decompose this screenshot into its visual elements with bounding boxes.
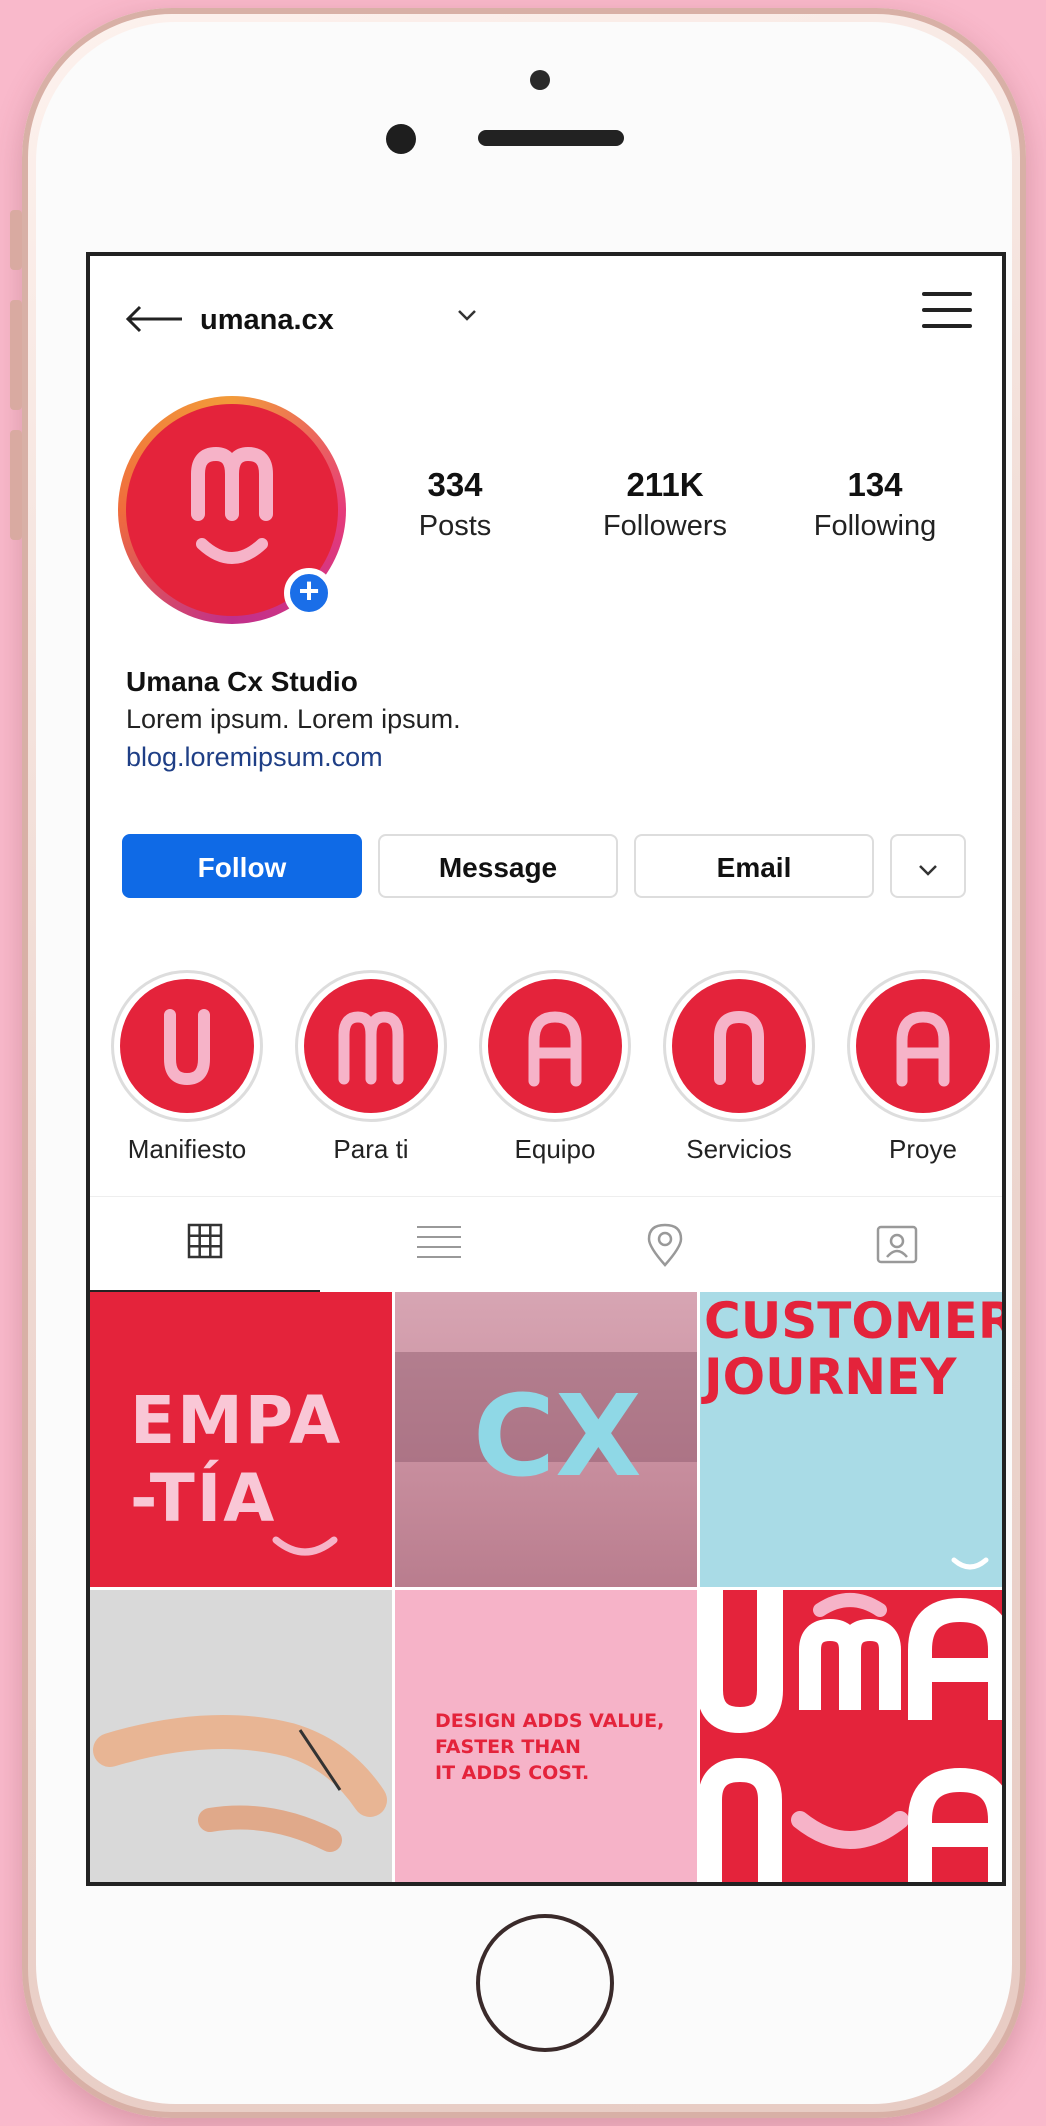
highlight-cover <box>488 979 622 1113</box>
letter-a-icon <box>896 1011 950 1087</box>
hamburger-menu-icon[interactable] <box>922 290 972 330</box>
tab-list[interactable] <box>320 1197 550 1293</box>
location-pin-icon <box>647 1223 683 1267</box>
letter-u-icon <box>164 1009 210 1086</box>
highlight-proyectos[interactable]: Proye <box>838 970 1002 1165</box>
chevron-down-icon[interactable] <box>456 308 478 322</box>
top-bar: umana.cx <box>90 256 1002 366</box>
speaker-grille <box>478 130 624 146</box>
post-title: CX <box>473 1372 642 1502</box>
suggested-accounts-button[interactable] <box>890 834 966 898</box>
post-quote-line: FASTER THAN <box>435 1736 581 1758</box>
phone-side-button <box>10 210 22 270</box>
highlight-cover <box>672 979 806 1113</box>
highlight-ring <box>295 970 447 1122</box>
letter-a-icon <box>528 1011 582 1087</box>
email-button[interactable]: Email <box>634 834 874 898</box>
letter-m-icon <box>338 1011 404 1085</box>
smile-icon <box>951 1557 989 1570</box>
highlight-cover <box>304 979 438 1113</box>
home-button[interactable] <box>476 1914 614 2052</box>
post-title-line: EMPA <box>130 1382 343 1459</box>
post-thumbnail[interactable]: CUSTOMER JOURNEY <box>700 1292 1002 1587</box>
profile-tabs <box>90 1196 1002 1293</box>
profile-website-link[interactable]: blog.loremipsum.com <box>126 742 383 773</box>
highlight-label: Servicios <box>686 1134 792 1164</box>
post-thumbnail[interactable]: DESIGN ADDS VALUE, FASTER THAN IT ADDS C… <box>395 1590 697 1882</box>
profile-display-name: Umana Cx Studio <box>126 666 358 697</box>
grid-icon <box>187 1223 223 1259</box>
stat-posts[interactable]: 334 Posts <box>370 466 540 543</box>
stat-followers[interactable]: 211K Followers <box>580 466 750 543</box>
post-thumbnail[interactable] <box>90 1590 392 1882</box>
stat-following[interactable]: 134 Following <box>790 466 960 543</box>
highlight-cover <box>120 979 254 1113</box>
profile-bio-text: Lorem ipsum. Lorem ipsum. <box>126 704 461 734</box>
highlight-label: Proye <box>889 1134 957 1164</box>
highlight-ring <box>663 970 815 1122</box>
following-count: 134 <box>847 466 903 503</box>
post-thumbnail[interactable]: CX <box>395 1292 697 1587</box>
highlight-manifiesto[interactable]: Manifiesto <box>102 970 272 1165</box>
highlight-equipo[interactable]: Equipo <box>470 970 640 1165</box>
post-quote-line: IT ADDS COST. <box>435 1762 590 1784</box>
highlight-servicios[interactable]: Servicios <box>654 970 824 1165</box>
highlight-label: Manifiesto <box>127 1134 247 1164</box>
message-button[interactable]: Message <box>378 834 618 898</box>
followers-label: Followers <box>602 510 728 542</box>
phone-side-button <box>10 300 22 410</box>
tab-grid[interactable] <box>90 1197 320 1293</box>
tab-tagged[interactable] <box>780 1197 1002 1293</box>
umana-pattern-logo <box>700 1590 1002 1882</box>
tattooed-arm-illustration <box>93 1715 387 1852</box>
phone-sensor <box>530 70 550 90</box>
follow-button[interactable]: Follow <box>122 834 362 898</box>
profile-username[interactable]: umana.cx <box>200 304 334 337</box>
highlight-ring <box>479 970 631 1122</box>
followers-count: 211K <box>626 466 704 503</box>
following-label: Following <box>813 510 937 542</box>
chevron-down-icon <box>919 865 937 876</box>
post-thumbnail[interactable] <box>700 1590 1002 1882</box>
highlight-label: Para ti <box>333 1134 409 1164</box>
post-thumbnail[interactable]: EMPA -TÍA <box>90 1292 392 1587</box>
add-story-icon[interactable]: + <box>284 568 334 618</box>
post-title-line: -TÍA <box>130 1460 277 1537</box>
post-title-line: CUSTOMER <box>704 1292 1002 1350</box>
highlight-ring <box>847 970 999 1122</box>
tab-location[interactable] <box>550 1197 780 1293</box>
highlight-cover <box>856 979 990 1113</box>
post-title-line: JOURNEY <box>704 1348 957 1406</box>
list-icon <box>417 1226 461 1258</box>
phone-side-button <box>10 430 22 540</box>
back-arrow-icon[interactable] <box>124 304 184 334</box>
highlight-ring <box>111 970 263 1122</box>
highlight-para-ti[interactable]: Para ti <box>286 970 456 1165</box>
smile-icon <box>272 1536 338 1556</box>
posts-grid: EMPA -TÍA CX CUSTOMER JOURNEY DESIGN ADD… <box>90 1292 1002 1882</box>
post-quote-line: DESIGN ADDS VALUE, <box>435 1710 665 1732</box>
posts-label: Posts <box>418 510 492 542</box>
posts-count: 334 <box>427 466 483 503</box>
front-camera <box>386 124 416 154</box>
tagged-user-icon <box>876 1225 918 1264</box>
highlight-label: Equipo <box>514 1134 596 1164</box>
instagram-profile-screen: umana.cx + 334 Posts 211K Followers 134 … <box>86 252 1006 1886</box>
letter-n-icon <box>714 1010 764 1085</box>
